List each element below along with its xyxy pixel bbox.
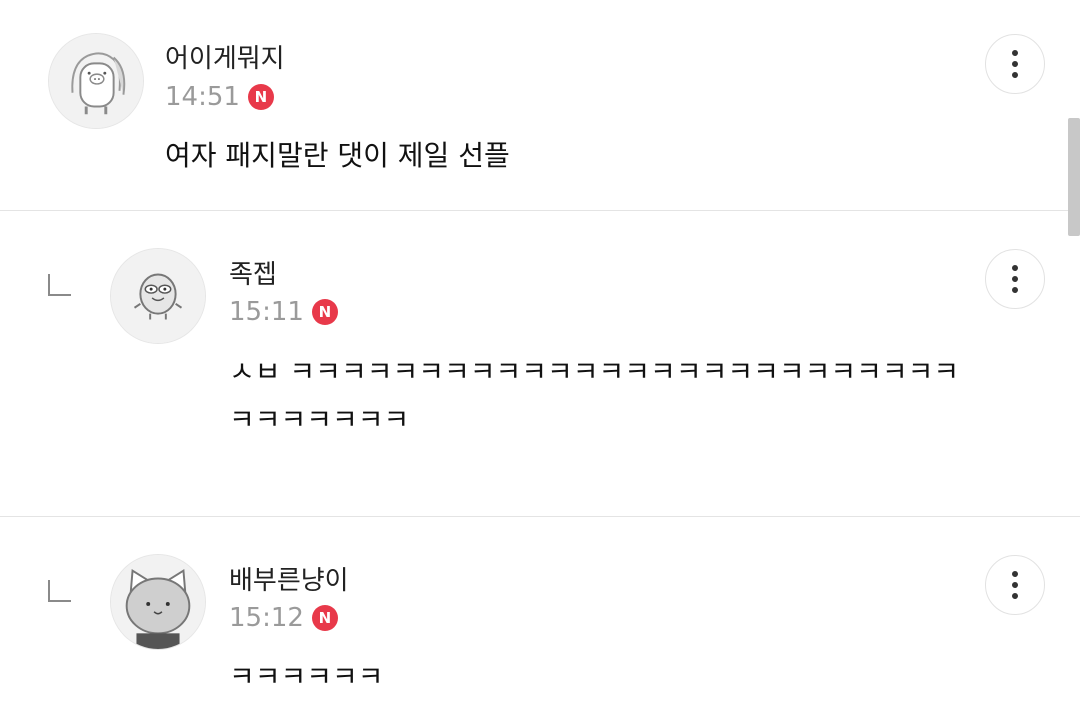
comment-list: 어이게뭐지 14:51 N 여자 패지말란 댓이 제일 선플 족젭 15:11 … — [0, 0, 1080, 717]
comment-text: ㅅㅂ ㅋㅋㅋㅋㅋㅋㅋㅋㅋㅋㅋㅋㅋㅋㅋㅋㅋㅋㅋㅋㅋㅋㅋㅋㅋㅋㅋㅋㅋㅋㅋㅋㅋ — [229, 355, 960, 436]
comment-author[interactable]: 어이게뭐지 — [165, 43, 285, 75]
new-badge: N — [311, 299, 338, 325]
new-badge: N — [247, 84, 274, 110]
comment-meta: 14:51 N — [165, 81, 274, 113]
comment-meta: 15:11 N — [229, 296, 338, 328]
reply-arrow-icon — [47, 579, 71, 603]
comment-text: 여자 패지말란 댓이 제일 선플 — [165, 139, 510, 172]
comment-item: 족젭 15:11 N ㅅㅂ ㅋㅋㅋㅋㅋㅋㅋㅋㅋㅋㅋㅋㅋㅋㅋㅋㅋㅋㅋㅋㅋㅋㅋㅋㅋㅋ… — [0, 211, 1080, 516]
pig-character-avatar-icon[interactable] — [48, 33, 144, 129]
comment-item: 배부른냥이 15:12 N ㅋㅋㅋㅋㅋㅋ — [0, 517, 1080, 717]
comment-author[interactable]: 배부른냥이 — [229, 565, 349, 597]
more-vertical-icon — [1012, 50, 1018, 78]
more-vertical-icon — [1012, 571, 1018, 599]
comment-author[interactable]: 족젭 — [229, 259, 277, 291]
comment-time: 14:51 — [165, 82, 240, 112]
new-badge: N — [311, 605, 338, 631]
reply-arrow-icon — [47, 273, 71, 297]
comment-more-button[interactable] — [985, 249, 1045, 309]
cat-character-avatar-icon[interactable] — [110, 554, 206, 650]
comment-item: 어이게뭐지 14:51 N 여자 패지말란 댓이 제일 선플 — [0, 0, 1080, 210]
more-vertical-icon — [1012, 265, 1018, 293]
comment-text: ㅋㅋㅋㅋㅋㅋ — [229, 660, 384, 693]
duck-character-avatar-icon[interactable] — [110, 248, 206, 344]
comment-more-button[interactable] — [985, 34, 1045, 94]
comment-meta: 15:12 N — [229, 602, 338, 634]
comment-time: 15:12 — [229, 603, 304, 633]
comment-time: 15:11 — [229, 297, 304, 327]
scrollbar[interactable] — [1068, 118, 1080, 236]
comment-more-button[interactable] — [985, 555, 1045, 615]
